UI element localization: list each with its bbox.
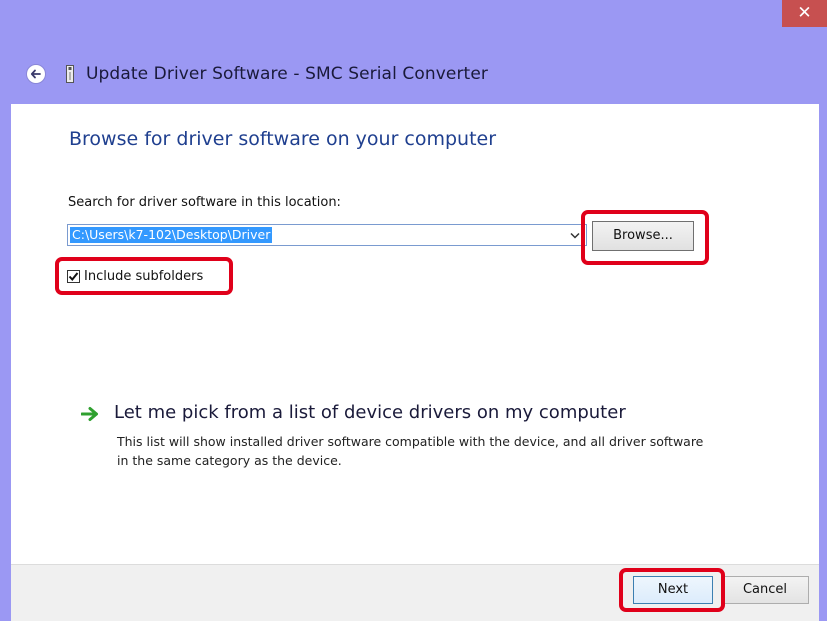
search-location-label: Search for driver software in this locat…	[68, 195, 341, 210]
back-button[interactable]	[26, 64, 46, 84]
path-input-value[interactable]: C:\Users\k7-102\Desktop\Driver	[70, 227, 273, 243]
checkbox-highlight-box	[55, 257, 233, 295]
combo-dropdown-button[interactable]	[568, 227, 582, 243]
usb-device-icon	[64, 65, 76, 83]
pick-from-list-description: This list will show installed driver sof…	[117, 434, 704, 468]
button-footer: Next Cancel	[11, 564, 819, 621]
title-bar: Update Driver Software - SMC Serial Conv…	[26, 60, 488, 88]
content-panel: Browse for driver software on your compu…	[11, 104, 819, 564]
next-highlight-box	[619, 568, 725, 612]
green-arrow-icon	[81, 407, 98, 421]
pick-from-list-link[interactable]: Let me pick from a list of device driver…	[114, 402, 626, 423]
cancel-button[interactable]: Cancel	[721, 576, 809, 604]
chevron-down-icon	[570, 232, 580, 239]
path-combobox[interactable]: C:\Users\k7-102\Desktop\Driver	[67, 224, 587, 246]
window-title: Update Driver Software - SMC Serial Conv…	[86, 64, 488, 84]
browse-highlight-box	[581, 210, 709, 265]
close-button[interactable]: ✕	[782, 0, 827, 27]
update-driver-window: ✕ Update Driver Software - SMC Serial Co…	[0, 0, 827, 621]
page-heading: Browse for driver software on your compu…	[69, 128, 497, 150]
close-icon: ✕	[797, 3, 812, 23]
back-arrow-icon	[30, 69, 41, 79]
